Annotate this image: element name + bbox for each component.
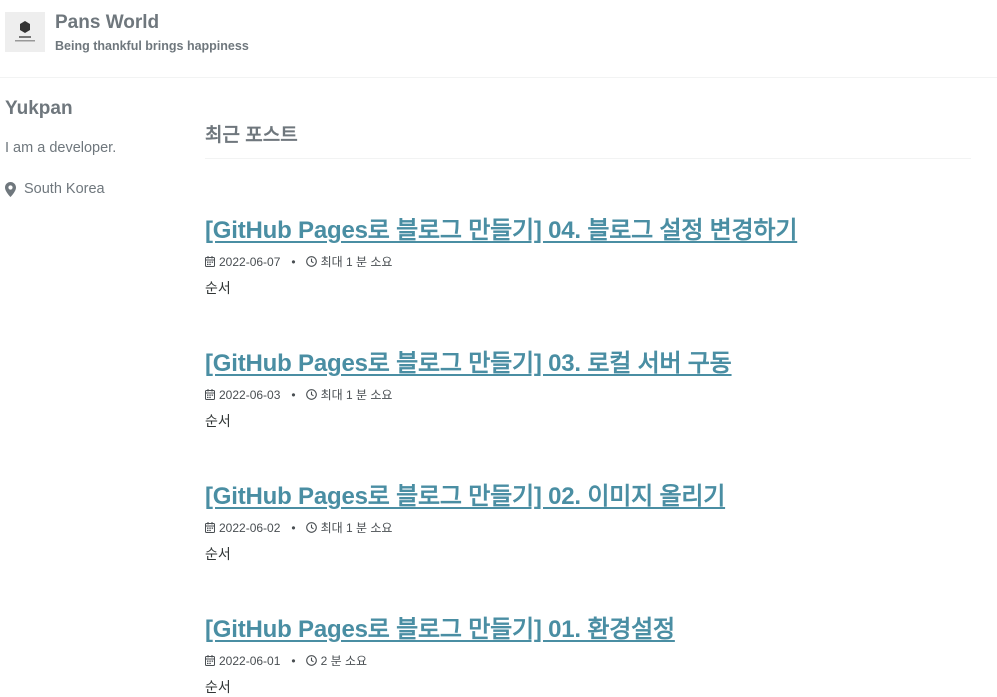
clock-icon [305, 256, 317, 267]
calendar-icon [205, 389, 215, 400]
post-date: 2022-06-02 [219, 520, 281, 535]
post-date: 2022-06-07 [219, 254, 281, 269]
post-item: [GitHub Pages로 블로그 만들기] 03. 로컬 서버 구동 202… [205, 343, 971, 431]
post-read-time: 최대 1 분 소요 [320, 388, 393, 402]
author-location-text: South Korea [24, 181, 105, 197]
post-title-link[interactable]: [GitHub Pages로 블로그 만들기] 03. 로컬 서버 구동 [205, 343, 732, 378]
site-title-link[interactable]: Pans World [55, 12, 159, 34]
main-content: 최근 포스트 [GitHub Pages로 블로그 만들기] 04. 블로그 설… [205, 120, 971, 695]
masthead: Pans World Being thankful brings happine… [0, 0, 997, 78]
post-excerpt: 순서 [205, 280, 231, 296]
map-marker-icon [5, 181, 16, 197]
author-bio: I am a developer. [5, 140, 117, 156]
post-meta: 2022-06-07 • 최대 1 분 소요 [205, 253, 971, 270]
post-date: 2022-06-01 [219, 653, 281, 668]
site-logo[interactable] [5, 12, 45, 52]
calendar-icon [205, 256, 215, 267]
post-title-link[interactable]: [GitHub Pages로 블로그 만들기] 01. 환경설정 [205, 609, 675, 644]
post-meta: 2022-06-02 • 최대 1 분 소요 [205, 519, 971, 536]
calendar-icon [205, 522, 215, 533]
clock-icon [305, 389, 317, 400]
meta-separator: • [291, 387, 296, 402]
post-title-link[interactable]: [GitHub Pages로 블로그 만들기] 04. 블로그 설정 변경하기 [205, 210, 797, 245]
author-sidebar: Yukpan I am a developer. South Korea [5, 98, 185, 197]
clock-icon [305, 655, 317, 666]
post-meta: 2022-06-03 • 최대 1 분 소요 [205, 386, 971, 403]
post-read-time: 최대 1 분 소요 [320, 521, 393, 535]
post-excerpt: 순서 [205, 679, 231, 695]
recent-posts-title: 최근 포스트 [205, 120, 971, 159]
post-item: [GitHub Pages로 블로그 만들기] 04. 블로그 설정 변경하기 … [205, 210, 971, 298]
post-item: [GitHub Pages로 블로그 만들기] 01. 환경설정 2022-06… [205, 609, 971, 697]
site-subtitle: Being thankful brings happiness [55, 39, 249, 53]
post-excerpt: 순서 [205, 413, 231, 429]
post-meta: 2022-06-01 • 2 분 소요 [205, 652, 971, 669]
meta-separator: • [291, 653, 296, 668]
post-read-time: 2 분 소요 [320, 654, 368, 668]
post-date: 2022-06-03 [219, 387, 281, 402]
post-read-time: 최대 1 분 소요 [320, 255, 393, 269]
post-excerpt: 순서 [205, 546, 231, 562]
calendar-icon [205, 655, 215, 666]
post-title-link[interactable]: [GitHub Pages로 블로그 만들기] 02. 이미지 올리기 [205, 476, 725, 511]
author-name: Yukpan [5, 98, 73, 119]
author-location: South Korea [5, 181, 105, 197]
logo-icon [5, 12, 45, 52]
post-item: [GitHub Pages로 블로그 만들기] 02. 이미지 올리기 2022… [205, 476, 971, 564]
clock-icon [305, 522, 317, 533]
meta-separator: • [291, 520, 296, 535]
meta-separator: • [291, 254, 296, 269]
